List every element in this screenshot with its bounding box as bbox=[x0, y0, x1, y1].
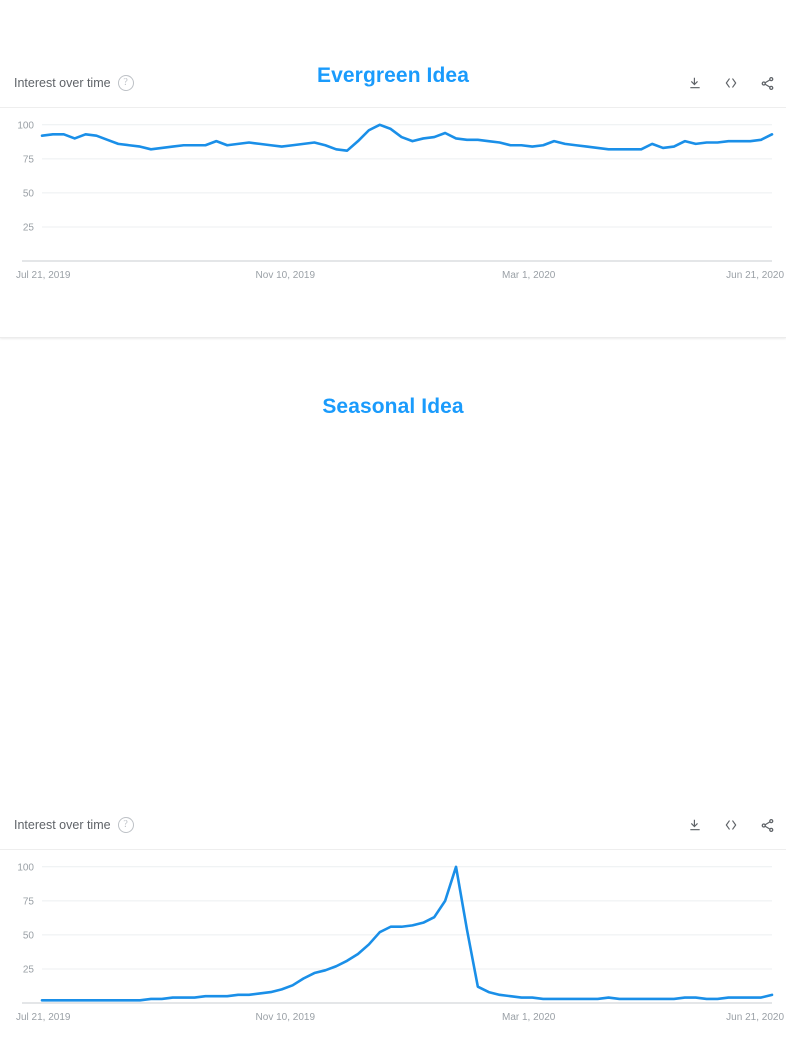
interest-over-time-label: Interest over time bbox=[14, 76, 111, 90]
interest-over-time-label: Interest over time bbox=[14, 818, 111, 832]
card-header-seasonal: Interest over time ? bbox=[0, 814, 786, 850]
page-title-seasonal: Seasonal Idea bbox=[322, 395, 464, 419]
x-axis-tick: Mar 1, 2020 bbox=[502, 1012, 556, 1023]
line-chart-seasonal: 25 50 75 100 Jul 21, 2019 Nov 10, 2019 Mar 1, … bbox=[16, 862, 784, 1023]
help-circle-icon[interactable]: ? bbox=[117, 75, 134, 91]
y-axis-tick: 25 bbox=[23, 964, 35, 975]
chart-toolbar-seasonal bbox=[686, 816, 776, 834]
chart-panel-seasonal: Seasonal Idea Interest over time ? 25 50… bbox=[0, 365, 786, 1023]
trends-screenshot: Evergreen Idea Interest over time ? 25 5… bbox=[0, 0, 786, 1023]
download-icon[interactable] bbox=[686, 74, 704, 92]
y-axis-tick: 100 bbox=[17, 120, 34, 131]
embed-code-icon[interactable] bbox=[722, 816, 740, 834]
share-icon[interactable] bbox=[758, 816, 776, 834]
x-axis-tick: Jun 21, 2020 bbox=[726, 270, 784, 281]
plot-area-evergreen[interactable]: 25 50 75 100 Jul 21, 2019 Nov 10, 2019 Mar 1, … bbox=[0, 108, 786, 298]
x-axis-tick: Nov 10, 2019 bbox=[256, 270, 316, 281]
download-icon[interactable] bbox=[686, 816, 704, 834]
series-line bbox=[40, 123, 774, 152]
y-axis-tick: 100 bbox=[17, 862, 34, 873]
y-axis-tick: 25 bbox=[23, 222, 35, 233]
plot-area-seasonal[interactable]: 25 50 75 100 Jul 21, 2019 Nov 10, 2019 Mar 1, … bbox=[0, 850, 786, 1040]
x-axis-tick: Nov 10, 2019 bbox=[256, 1012, 316, 1023]
x-axis-tick: Mar 1, 2020 bbox=[502, 270, 556, 281]
x-axis-tick: Jul 21, 2019 bbox=[16, 270, 71, 281]
y-axis-tick: 50 bbox=[23, 930, 35, 941]
embed-code-icon[interactable] bbox=[722, 74, 740, 92]
x-axis-tick: Jul 21, 2019 bbox=[16, 1012, 71, 1023]
card-header-evergreen: Interest over time ? bbox=[0, 72, 786, 108]
y-axis-tick: 75 bbox=[23, 154, 35, 165]
help-circle-icon[interactable]: ? bbox=[117, 817, 134, 833]
interest-over-time-group: Interest over time ? bbox=[14, 817, 134, 833]
y-axis-tick: 50 bbox=[23, 188, 35, 199]
x-axis-tick: Jun 21, 2020 bbox=[726, 1012, 784, 1023]
chart-toolbar-evergreen bbox=[686, 74, 776, 92]
share-icon[interactable] bbox=[758, 74, 776, 92]
series-line bbox=[40, 865, 774, 1002]
line-chart-evergreen: 25 50 75 100 Jul 21, 2019 Nov 10, 2019 Mar 1, … bbox=[16, 120, 784, 281]
interest-over-time-group: Interest over time ? bbox=[14, 75, 134, 91]
y-axis-tick: 75 bbox=[23, 896, 35, 907]
chart-panel-evergreen: Evergreen Idea Interest over time ? 25 5… bbox=[0, 0, 786, 338]
